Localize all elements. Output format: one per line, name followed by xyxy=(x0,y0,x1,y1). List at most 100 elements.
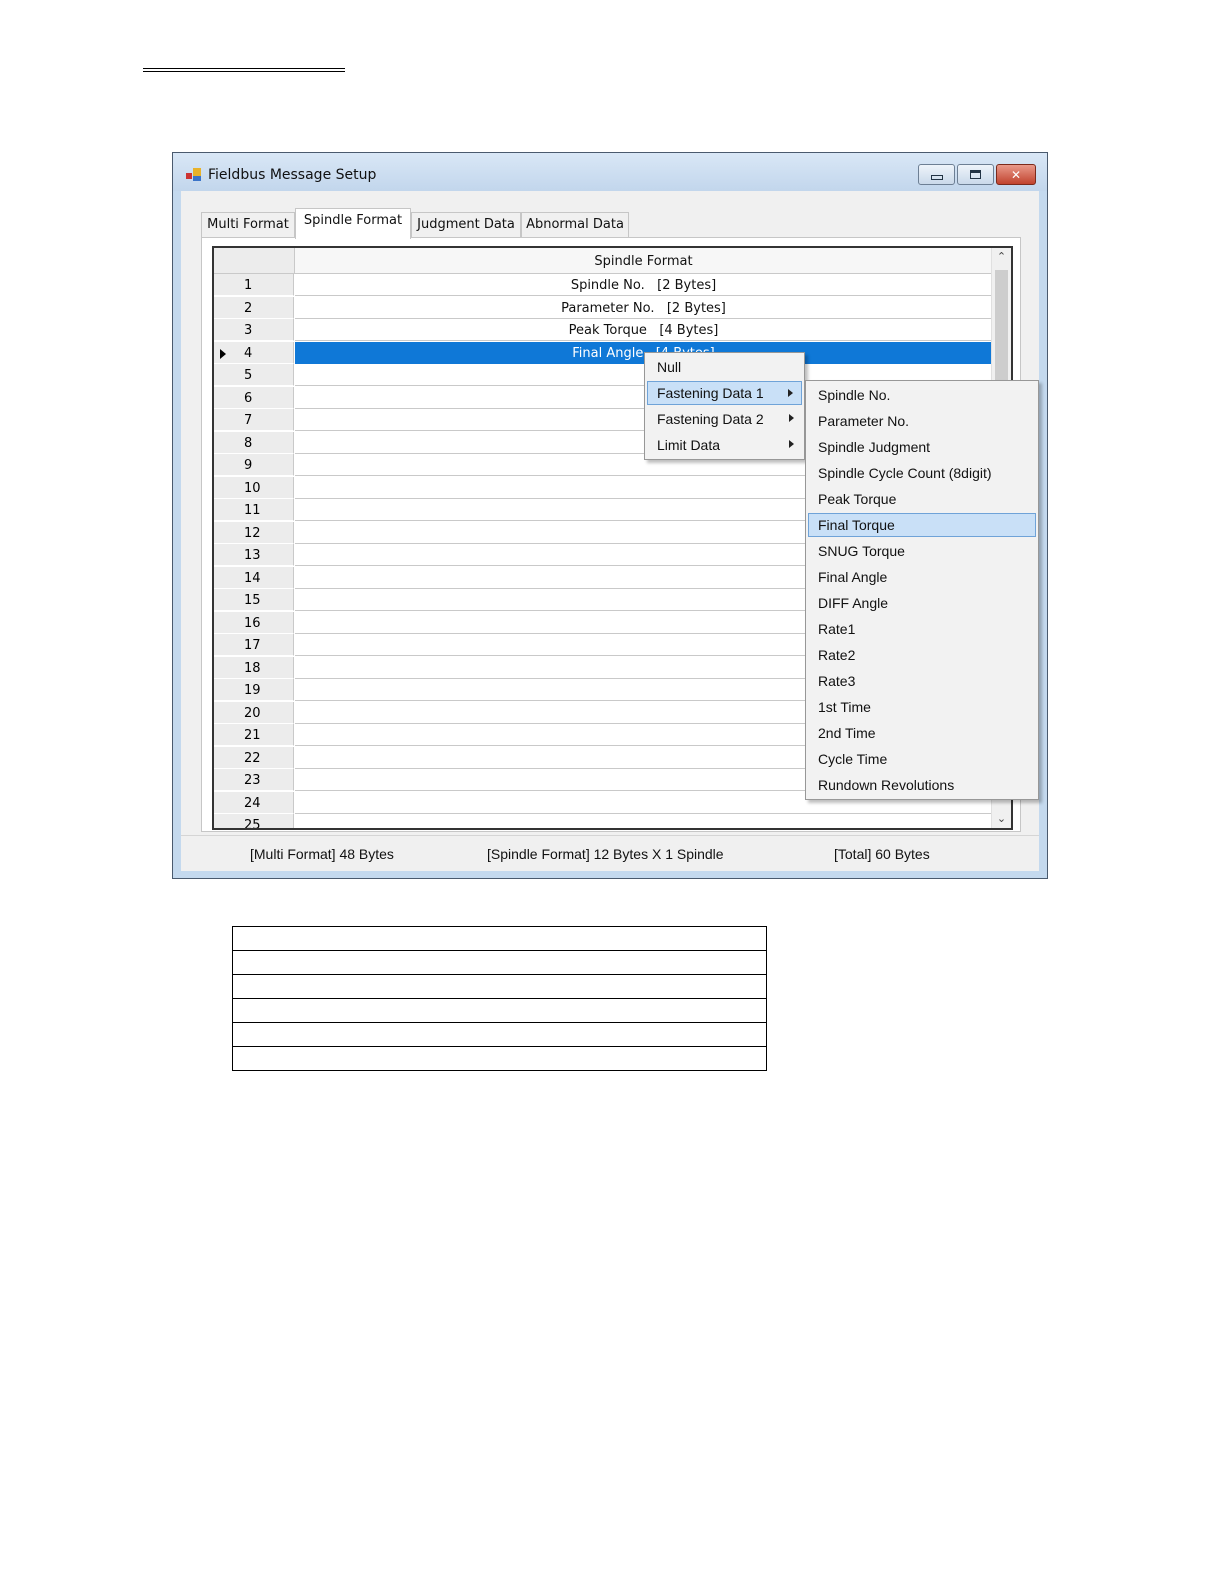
row-header[interactable]: 9 xyxy=(214,454,294,476)
row-number: 3 xyxy=(244,323,253,338)
status-bar: [Multi Format] 48 Bytes [Spindle Format]… xyxy=(181,835,1039,872)
row-header[interactable]: 6 xyxy=(214,386,294,409)
row-header[interactable]: 20 xyxy=(214,701,294,724)
menu-item-label: Fastening Data 1 xyxy=(657,385,764,401)
row-header[interactable]: 23 xyxy=(214,769,294,791)
row-number: 6 xyxy=(244,390,253,406)
menu-item-label: Null xyxy=(657,359,682,375)
table-row[interactable]: 2 Parameter No. [2 Bytes] xyxy=(214,296,994,320)
row-header[interactable]: 7 xyxy=(214,409,294,431)
row-header[interactable]: 3 xyxy=(214,319,294,341)
row-number: 23 xyxy=(244,773,261,788)
menu-item-null[interactable]: Null xyxy=(647,355,802,379)
tab-abnormal-data[interactable]: Abnormal Data xyxy=(521,212,629,238)
row-header[interactable]: 24 xyxy=(214,791,294,814)
context-menu: Null Fastening Data 1 Fastening Data 2 L… xyxy=(644,352,805,460)
table-cell xyxy=(232,950,767,975)
row-header[interactable]: 18 xyxy=(214,656,294,679)
row-number: 7 xyxy=(244,413,253,428)
column-header-spindle-format[interactable]: Spindle Format xyxy=(295,248,992,274)
row-header[interactable]: 2 xyxy=(214,296,294,319)
row-header[interactable]: 17 xyxy=(214,634,294,656)
table-row[interactable]: 3 Peak Torque [4 Bytes] xyxy=(214,319,994,342)
row-header[interactable]: 11 xyxy=(214,499,294,521)
title-bar[interactable]: Fieldbus Message Setup ✕ xyxy=(173,153,1047,191)
row-number: 4 xyxy=(244,345,253,361)
submenu-item-label: Rate3 xyxy=(818,673,856,689)
table-row[interactable]: 1 Spindle No. [2 Bytes] xyxy=(214,274,994,297)
submenu-item[interactable]: 2nd Time xyxy=(808,721,1036,745)
row-header[interactable]: 14 xyxy=(214,566,294,589)
table-row xyxy=(232,926,767,951)
submenu-item[interactable]: SNUG Torque xyxy=(808,539,1036,563)
row-number: 20 xyxy=(244,705,261,721)
row-number: 9 xyxy=(244,458,253,473)
row-header[interactable]: 4 xyxy=(214,341,294,364)
submenu-arrow-icon xyxy=(789,440,794,448)
row-header[interactable]: 15 xyxy=(214,589,294,611)
row-header[interactable]: 10 xyxy=(214,476,294,499)
row-header[interactable]: 8 xyxy=(214,431,294,454)
close-button[interactable]: ✕ xyxy=(996,164,1036,185)
table-row xyxy=(232,974,767,999)
submenu-item-label: DIFF Angle xyxy=(818,595,889,611)
row-header[interactable]: 1 xyxy=(214,274,294,296)
row-number: 16 xyxy=(244,615,261,631)
row-number: 11 xyxy=(244,503,261,518)
spindle-format-cell[interactable]: Parameter No. [2 Bytes] xyxy=(295,297,992,319)
scroll-down-icon[interactable]: ⌄ xyxy=(992,810,1011,828)
spindle-format-cell[interactable] xyxy=(295,814,992,828)
row-number: 12 xyxy=(244,525,261,541)
tab-spindle-format[interactable]: Spindle Format xyxy=(295,208,411,239)
row-header[interactable]: 13 xyxy=(214,544,294,566)
submenu-item[interactable]: Final Torque xyxy=(808,513,1036,537)
menu-item-fastening-data-1[interactable]: Fastening Data 1 xyxy=(647,381,802,405)
row-header[interactable]: 5 xyxy=(214,364,294,386)
tab-judgment-data[interactable]: Judgment Data xyxy=(411,212,521,238)
submenu-item[interactable]: Spindle No. xyxy=(808,383,1036,407)
document-table xyxy=(232,926,767,1071)
row-number: 14 xyxy=(244,570,261,586)
scroll-up-icon[interactable]: ⌃ xyxy=(992,248,1011,266)
table-cell xyxy=(232,998,767,1023)
submenu-item-label: Cycle Time xyxy=(818,751,888,767)
submenu-item[interactable]: 1st Time xyxy=(808,695,1036,719)
menu-item-limit-data[interactable]: Limit Data xyxy=(647,433,802,457)
row-header[interactable]: 16 xyxy=(214,611,294,634)
submenu-item[interactable]: Spindle Cycle Count (8digit) xyxy=(808,461,1036,485)
tab-multi-format[interactable]: Multi Format xyxy=(201,212,295,238)
minimize-icon xyxy=(930,174,943,180)
row-header[interactable]: 12 xyxy=(214,521,294,544)
grid-corner-cell[interactable] xyxy=(214,248,295,274)
grid-header: Spindle Format xyxy=(214,248,994,274)
submenu-item[interactable]: Rate2 xyxy=(808,643,1036,667)
status-total: [Total] 60 Bytes xyxy=(834,846,930,862)
submenu-item[interactable]: Final Angle xyxy=(808,565,1036,589)
submenu-item[interactable]: Rundown Revolutions xyxy=(808,773,1036,797)
scroll-thumb[interactable] xyxy=(995,270,1008,380)
submenu-arrow-icon xyxy=(789,414,794,422)
minimize-button[interactable] xyxy=(918,164,955,185)
submenu-item-label: Rate1 xyxy=(818,621,856,637)
spindle-format-cell[interactable]: Spindle No. [2 Bytes] xyxy=(295,274,992,296)
row-number: 15 xyxy=(244,593,261,608)
menu-item-fastening-data-2[interactable]: Fastening Data 2 xyxy=(647,407,802,431)
submenu-item[interactable]: DIFF Angle xyxy=(808,591,1036,615)
submenu-item[interactable]: Spindle Judgment xyxy=(808,435,1036,459)
table-row[interactable]: 4Final Angle [4 Bytes] xyxy=(214,341,994,365)
submenu-item-label: Rundown Revolutions xyxy=(818,777,955,793)
row-header[interactable]: 19 xyxy=(214,679,294,701)
row-header[interactable]: 25 xyxy=(214,814,294,828)
submenu-item[interactable]: Parameter No. xyxy=(808,409,1036,433)
spindle-format-cell[interactable]: Peak Torque [4 Bytes] xyxy=(295,319,992,341)
row-number: 22 xyxy=(244,750,261,766)
row-header[interactable]: 22 xyxy=(214,746,294,769)
maximize-button[interactable] xyxy=(957,164,994,185)
submenu-item[interactable]: Peak Torque xyxy=(808,487,1036,511)
submenu-item[interactable]: Rate1 xyxy=(808,617,1036,641)
submenu-item[interactable]: Cycle Time xyxy=(808,747,1036,771)
menu-item-label: Fastening Data 2 xyxy=(657,411,764,427)
table-row[interactable]: 25 xyxy=(214,814,994,828)
submenu-item[interactable]: Rate3 xyxy=(808,669,1036,693)
row-header[interactable]: 21 xyxy=(214,724,294,746)
